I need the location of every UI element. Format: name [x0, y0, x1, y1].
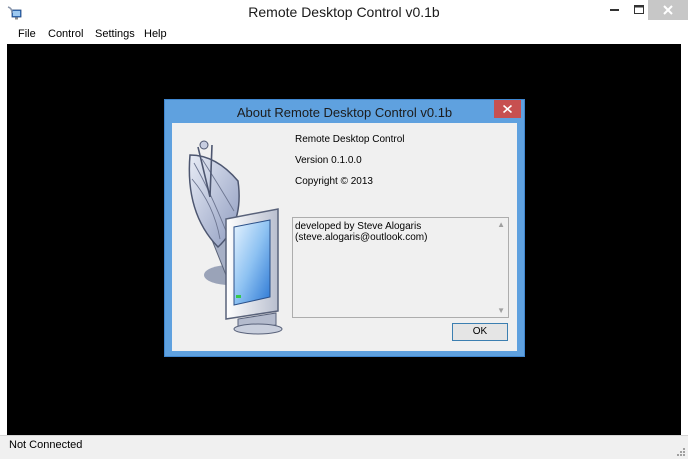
window-title: Remote Desktop Control v0.1b: [248, 4, 440, 20]
about-dialog: About Remote Desktop Control v0.1b Remot…: [164, 99, 525, 357]
scroll-down-icon[interactable]: ▼: [497, 306, 505, 315]
description-textbox[interactable]: developed by Steve Alogaris (steve.aloga…: [292, 217, 509, 318]
dialog-title: About Remote Desktop Control v0.1b: [236, 105, 453, 120]
menu-file[interactable]: File: [18, 28, 36, 40]
menu-settings[interactable]: Settings: [95, 28, 135, 40]
menu-bar: File Control Settings Help: [0, 26, 688, 44]
description-line-2: (steve.alogaris@outlook.com): [295, 232, 428, 243]
menu-control[interactable]: Control: [48, 28, 83, 40]
maximize-button[interactable]: [630, 0, 648, 20]
dialog-content: Remote Desktop Control Version 0.1.0.0 C…: [172, 123, 517, 351]
dialog-close-button[interactable]: [494, 100, 521, 118]
close-icon: [663, 5, 673, 15]
version-text: Version 0.1.0.0: [295, 155, 362, 166]
connection-status: Not Connected: [9, 439, 83, 451]
copyright-text: Copyright © 2013: [295, 176, 373, 187]
satellite-dish-monitor-icon: [188, 140, 283, 335]
scroll-up-icon[interactable]: ▲: [497, 220, 505, 229]
product-name: Remote Desktop Control: [295, 134, 405, 145]
minimize-icon: [610, 9, 619, 11]
minimize-button[interactable]: [600, 0, 630, 20]
ok-button[interactable]: OK: [452, 323, 508, 341]
maximize-icon: [634, 5, 644, 14]
close-icon: [503, 105, 512, 113]
resize-grip-icon[interactable]: [676, 447, 686, 457]
status-bar: Not Connected: [0, 435, 688, 459]
menu-help[interactable]: Help: [144, 28, 167, 40]
description-line-1: developed by Steve Alogaris: [295, 221, 422, 232]
title-bar: Remote Desktop Control v0.1b: [0, 0, 688, 26]
close-button[interactable]: [648, 0, 688, 20]
